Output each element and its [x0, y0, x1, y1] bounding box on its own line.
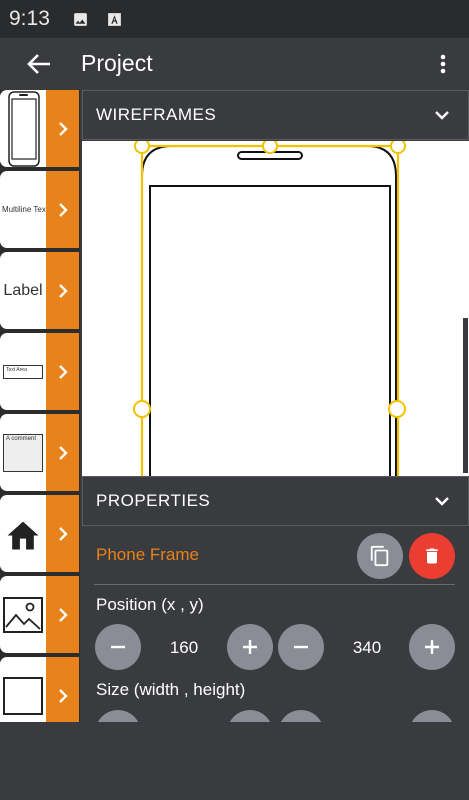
comment-preview: A comment: [3, 433, 43, 472]
element-name: Phone Frame: [96, 545, 199, 564]
trash-icon: [426, 548, 438, 564]
more-vert-icon[interactable]: [432, 50, 454, 78]
properties-panel: Phone Frame Position (x , y) 160 340 Siz…: [82, 526, 469, 722]
image-icon: [74, 13, 87, 26]
box-preview: [3, 676, 43, 715]
palette-item-phone[interactable]: [0, 90, 79, 167]
page-title: Project: [81, 50, 153, 76]
height-decrement-button[interactable]: [278, 710, 324, 722]
chevron-right-icon[interactable]: [46, 657, 79, 722]
minus-icon: [111, 645, 125, 649]
multiline-text-preview: Multiline Text: [1, 205, 49, 214]
palette-item-label[interactable]: Label: [0, 252, 79, 329]
app-bar: Project: [0, 38, 469, 90]
palette-item-box[interactable]: [0, 657, 79, 722]
chevron-right-icon[interactable]: [46, 414, 79, 491]
arrow-left-icon[interactable]: [24, 50, 54, 78]
width-increment-button[interactable]: [227, 710, 273, 722]
chevron-right-icon[interactable]: [46, 252, 79, 329]
delete-button[interactable]: [409, 533, 455, 579]
plus-icon: [243, 640, 257, 654]
palette-item-home-icon[interactable]: [0, 495, 79, 572]
label-preview: Label: [3, 281, 43, 299]
chevron-right-icon[interactable]: [46, 90, 79, 167]
chevron-right-icon[interactable]: [46, 171, 79, 248]
size-label: Size (width , height): [96, 680, 246, 699]
y-decrement-button[interactable]: [278, 624, 324, 670]
canvas-scrollbar[interactable]: [463, 318, 468, 473]
chevron-right-icon[interactable]: [46, 576, 79, 653]
width-decrement-button[interactable]: [95, 710, 141, 722]
y-value[interactable]: 340: [337, 638, 397, 658]
bottom-area: [0, 722, 469, 800]
wireframes-title: WIREFRAMES: [96, 105, 217, 124]
minus-icon: [294, 645, 308, 649]
status-time: 9:13: [9, 7, 50, 30]
height-increment-button[interactable]: [409, 710, 455, 722]
palette-item-text-area[interactable]: Text Area: [0, 333, 79, 410]
chevron-down-icon[interactable]: [434, 107, 450, 123]
status-bar: 9:13: [0, 0, 469, 38]
copy-icon: [370, 545, 389, 567]
copy-button[interactable]: [357, 533, 403, 579]
palette-item-multiline-text[interactable]: Multiline Text: [0, 171, 79, 248]
palette-item-comment[interactable]: A comment: [0, 414, 79, 491]
wireframe-canvas[interactable]: [82, 141, 469, 476]
y-increment-button[interactable]: [409, 624, 455, 670]
phone-frame-wireframe[interactable]: [82, 141, 469, 476]
palette-item-image[interactable]: [0, 576, 79, 653]
plus-icon: [425, 640, 439, 654]
x-increment-button[interactable]: [227, 624, 273, 670]
home-icon: [7, 521, 39, 549]
properties-header[interactable]: PROPERTIES: [82, 476, 469, 526]
phone-preview: [0, 90, 46, 167]
x-decrement-button[interactable]: [95, 624, 141, 670]
a-badge-icon: [108, 13, 121, 26]
component-palette: Multiline Text Label Text Area A comment: [0, 90, 80, 722]
chevron-right-icon[interactable]: [46, 333, 79, 410]
x-value[interactable]: 160: [154, 638, 214, 658]
chevron-down-icon[interactable]: [434, 493, 450, 509]
properties-title: PROPERTIES: [96, 491, 211, 510]
position-label: Position (x , y): [96, 595, 204, 614]
image-icon: [3, 596, 43, 633]
text-area-preview: Text Area: [3, 364, 43, 379]
chevron-right-icon[interactable]: [46, 495, 79, 572]
divider: [94, 584, 455, 585]
wireframes-header[interactable]: WIREFRAMES: [82, 90, 469, 140]
